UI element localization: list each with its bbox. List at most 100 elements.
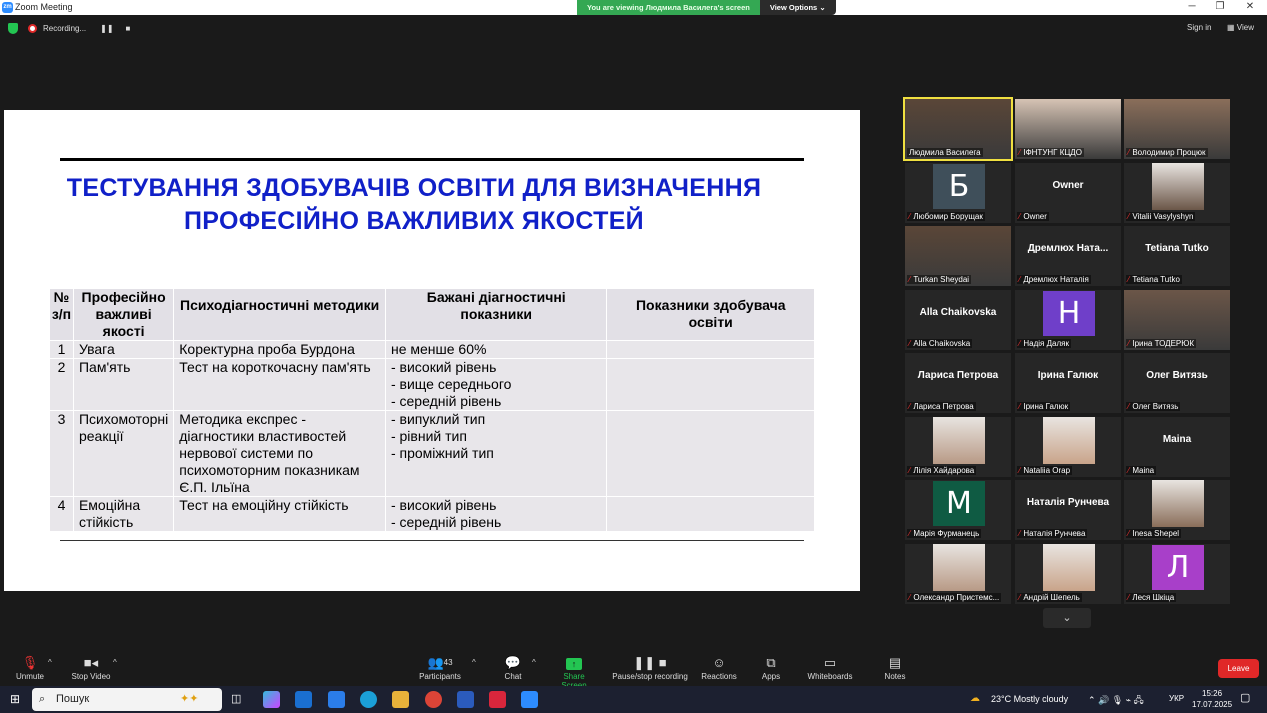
participant-name: Надія Даляк: [1023, 339, 1069, 348]
participant-name-label: ⁄ Turkan Sheydai: [907, 275, 972, 284]
stop-recording-icon[interactable]: ■: [126, 24, 131, 33]
muted-mic-icon: ⁄: [909, 275, 911, 284]
record-icon: [28, 23, 37, 33]
security-shield-icon[interactable]: [8, 23, 18, 34]
stop-video-button[interactable]: ■◂ Stop Video: [70, 654, 112, 681]
system-tray-icons[interactable]: ⌃ 🔊 🎙 ⌁ 🖧: [1088, 693, 1144, 709]
participant-tile[interactable]: ⁄ Turkan Sheydai: [905, 226, 1011, 286]
participant-tile[interactable]: Tetiana Tutko ⁄ Tetiana Tutko: [1124, 226, 1230, 286]
view-options-button[interactable]: View Options ⌄: [759, 0, 836, 15]
copilot-app-icon[interactable]: [263, 691, 280, 708]
participant-name: Олександр Пристемс...: [913, 593, 1000, 602]
participant-name: Леся Шкіца: [1132, 593, 1175, 602]
apps-button[interactable]: ⧉ Apps: [758, 654, 784, 681]
participant-name-label: ⁄ Maina: [1126, 466, 1157, 475]
participant-name-label: ⁄ Лариса Петрова: [907, 402, 976, 411]
table-row: 4 Емоційна стійкість Тест на емоційну стій…: [49, 496, 815, 532]
weather-text[interactable]: 23°C Mostly cloudy: [991, 694, 1068, 704]
whiteboard-icon: ▭: [823, 655, 837, 670]
participant-tile[interactable]: ⁄ ІФНТУНГ КЦДО: [1015, 99, 1121, 159]
participant-tile[interactable]: Л ⁄ Леся Шкіца: [1124, 544, 1230, 604]
participant-name: Owner: [1023, 212, 1047, 221]
notes-button[interactable]: ▤ Notes: [882, 654, 908, 681]
pause-recording-button[interactable]: ❚❚ ■ Pause/stop recording: [610, 654, 690, 681]
shared-screen-slide: ТЕСТУВАННЯ ЗДОБУВАЧІВ ОСВІТИ ДЛЯ ВИЗНАЧЕ…: [4, 110, 860, 591]
participant-name-label: ⁄ Owner: [1017, 212, 1049, 221]
wps-app-icon[interactable]: [489, 691, 506, 708]
recording-label: Recording...: [43, 23, 87, 33]
muted-mic-icon: ⁄: [1128, 275, 1130, 284]
participant-name: Vitalii Vasylyshyn: [1132, 212, 1194, 221]
share-screen-button[interactable]: ↑ Share Screen: [550, 654, 598, 690]
muted-mic-icon: ⁄: [1128, 212, 1130, 221]
participant-tile[interactable]: Лариса Петрова ⁄ Лариса Петрова: [905, 353, 1011, 413]
outlook-app-icon[interactable]: [295, 691, 312, 708]
participant-tile[interactable]: Олег Витязь ⁄ Олег Витязь: [1124, 353, 1230, 413]
zoom-app-icon[interactable]: [521, 691, 538, 708]
meeting-top-strip: Recording... ❚❚ ■ Sign in ▦ View: [0, 15, 1267, 41]
participant-tile[interactable]: Людмила Василега: [903, 97, 1013, 161]
restore-button[interactable]: ❐: [1210, 1, 1230, 12]
taskbar-clock[interactable]: 15:26 17.07.2025: [1192, 688, 1232, 710]
participant-display-name: Alla Chaikovska: [919, 307, 997, 318]
store-app-icon[interactable]: [328, 691, 345, 708]
participant-tile[interactable]: Maina ⁄ Maina: [1124, 417, 1230, 477]
slide-bottom-rule: [60, 540, 804, 541]
edge-app-icon[interactable]: [360, 691, 377, 708]
language-indicator[interactable]: УКР: [1169, 694, 1184, 703]
close-button[interactable]: ✕: [1240, 1, 1260, 12]
windows-start-icon[interactable]: ⊞: [10, 692, 20, 706]
participant-tile[interactable]: ⁄ Лілія Хайдарова: [905, 417, 1011, 477]
participant-name-label: ⁄ Alla Chaikovska: [907, 339, 973, 348]
view-menu-button[interactable]: ▦ View: [1227, 23, 1254, 32]
word-app-icon[interactable]: [457, 691, 474, 708]
participant-tile[interactable]: Alla Chaikovska ⁄ Alla Chaikovska: [905, 290, 1011, 350]
participant-tile[interactable]: Ірина Галюк ⁄ Ірина Галюк: [1015, 353, 1121, 413]
viewing-banner: You are viewing Людмила Василега's scree…: [577, 0, 836, 15]
participant-tile[interactable]: Owner ⁄ Owner: [1015, 163, 1121, 223]
participant-tile[interactable]: ⁄ Nataliia Orap: [1015, 417, 1121, 477]
participant-tile[interactable]: ⁄ Vitalii Vasylyshyn: [1124, 163, 1230, 223]
muted-mic-icon: ⁄: [1019, 529, 1021, 538]
participant-tile[interactable]: ⁄ Inesa Shepel: [1124, 480, 1230, 540]
participant-profile-photo: [1152, 480, 1204, 527]
participant-tile[interactable]: Б ⁄ Любомир Борущак: [905, 163, 1011, 223]
reactions-button[interactable]: ☺ Reactions: [700, 654, 738, 681]
audio-options-chevron-icon[interactable]: ^: [48, 658, 52, 667]
minimize-button[interactable]: ─: [1182, 1, 1202, 12]
muted-mic-icon: ⁄: [909, 466, 911, 475]
task-view-icon[interactable]: ◫: [231, 692, 241, 705]
participant-name-label: Людмила Василега: [907, 148, 983, 157]
meeting-toolbar: 🎙 Unmute ^ ■◂ Stop Video ^ 👥43 Participa…: [0, 648, 1267, 690]
participant-tile[interactable]: Дремлюх Ната... ⁄ Дремлюх Наталія: [1015, 226, 1121, 286]
participant-tile[interactable]: ⁄ Володимир Процюк: [1124, 99, 1230, 159]
participant-tile[interactable]: ⁄ Олександр Пристемс...: [905, 544, 1011, 604]
chat-button[interactable]: 💬 Chat: [500, 654, 526, 681]
participant-display-name: Наталія Рунчева: [1026, 497, 1110, 508]
pause-recording-icon[interactable]: ❚❚: [100, 24, 113, 33]
video-options-chevron-icon[interactable]: ^: [113, 658, 117, 667]
participant-tile[interactable]: Наталія Рунчева ⁄ Наталія Рунчева: [1015, 480, 1121, 540]
participant-name-label: ⁄ Андрій Шепель: [1017, 593, 1082, 602]
table-cell-method: Коректурна проба Бурдона: [173, 340, 386, 359]
participant-tile[interactable]: ⁄ Ірина ТОДЕРЮК: [1124, 290, 1230, 350]
chevron-down-icon: ⌄: [1062, 612, 1072, 624]
table-cell-n: 3: [49, 410, 74, 497]
participant-tile[interactable]: М ⁄ Марія Фурманець: [905, 480, 1011, 540]
whiteboards-button[interactable]: ▭ Whiteboards: [806, 654, 854, 681]
participant-tile[interactable]: Н ⁄ Надія Даляк: [1015, 290, 1121, 350]
leave-button[interactable]: Leave: [1218, 659, 1259, 678]
header-number: № з/п: [49, 288, 74, 341]
notifications-icon[interactable]: ▢: [1240, 691, 1250, 704]
muted-mic-icon: ⁄: [1019, 212, 1021, 221]
taskbar-search-input[interactable]: ⌕ Пошук ✦✦: [32, 688, 222, 711]
chrome-app-icon[interactable]: [425, 691, 442, 708]
sign-in-link[interactable]: Sign in: [1187, 23, 1211, 32]
participant-tile[interactable]: ⁄ Андрій Шепель: [1015, 544, 1121, 604]
participants-button[interactable]: 👥43 Participants: [418, 654, 462, 681]
chat-chevron-icon[interactable]: ^: [532, 658, 536, 667]
file-explorer-icon[interactable]: [392, 691, 409, 708]
gallery-next-page-button[interactable]: ⌄: [1043, 608, 1091, 628]
unmute-button[interactable]: 🎙 Unmute: [14, 654, 46, 681]
participants-chevron-icon[interactable]: ^: [472, 658, 476, 667]
